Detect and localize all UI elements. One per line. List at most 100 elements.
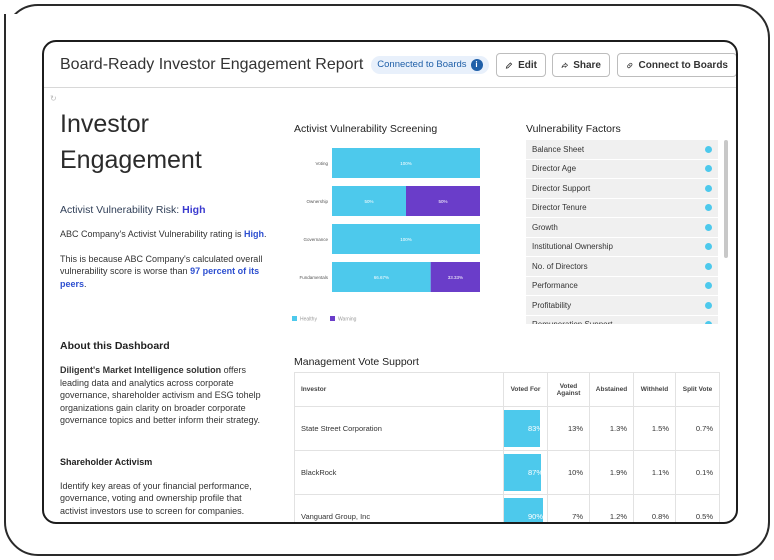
shareholder-activism-body: Identify key areas of your financial per… [60, 480, 252, 516]
share-button-label: Share [573, 59, 601, 71]
column-header-withheld[interactable]: Withheld [633, 372, 676, 407]
voted-for-cell: 87% [503, 450, 548, 495]
column-header-voted-against[interactable]: Voted Against [547, 372, 590, 407]
share-icon [561, 61, 569, 68]
screen: Board-Ready Investor Engagement Report C… [42, 40, 738, 524]
connected-badge: Connected to Boards i [371, 55, 489, 74]
abstained-cell: 1.3% [589, 406, 634, 451]
category-label: Fundamentals [299, 275, 328, 280]
share-button[interactable]: Share [552, 53, 610, 77]
legend-swatch [292, 316, 297, 321]
voted-for-cell: 83% [503, 406, 548, 451]
vulnerability-factor-item[interactable]: Remuneration Support [526, 315, 718, 324]
voted-for-cell: 90% [503, 494, 548, 522]
data-label: 100% [400, 161, 412, 166]
table-row[interactable]: Vanguard Group, Inc 90% 7% 1.2% 0.8% 0.5% [294, 494, 720, 522]
management-vote-support-title: Management Vote Support [294, 356, 419, 368]
data-label: 50% [438, 199, 447, 204]
vulnerability-factor-item[interactable]: Institutional Ownership [526, 237, 718, 257]
status-dot-icon [705, 321, 712, 324]
category-label: Governance [303, 237, 328, 242]
legend-swatch [330, 316, 335, 321]
vulnerability-factor-item[interactable]: Profitability [526, 296, 718, 316]
category-label: Ownership [306, 199, 328, 204]
connect-button-label: Connect to Boards [638, 59, 728, 71]
status-dot-icon [705, 282, 712, 290]
vulnerability-factor-label: Remuneration Support [532, 320, 613, 324]
column-header-investor[interactable]: Investor [294, 372, 504, 407]
vulnerability-factor-label: Balance Sheet [532, 144, 585, 154]
investor-cell: Vanguard Group, Inc [294, 494, 504, 522]
status-dot-icon [705, 165, 712, 173]
split-vote-cell: 0.1% [675, 450, 720, 495]
about-body: Diligent's Market Intelligence solution … [60, 364, 270, 427]
investor-cell: BlackRock [294, 450, 504, 495]
vulnerability-factor-label: Institutional Ownership [532, 242, 613, 252]
risk-summary: Activist Vulnerability Risk: High [60, 204, 270, 216]
vulnerability-factor-label: Director Tenure [532, 203, 587, 213]
column-header-voted-for[interactable]: Voted For [503, 372, 548, 407]
because-paragraph: This is because ABC Company's calculated… [60, 253, 270, 291]
edit-button-label: Edit [518, 59, 537, 71]
split-vote-cell: 0.5% [675, 494, 720, 522]
table-row[interactable]: BlackRock 87% 10% 1.9% 1.1% 0.1% [294, 450, 720, 495]
pencil-icon [505, 61, 513, 69]
rating-paragraph: ABC Company's Activist Vulnerability rat… [60, 228, 270, 241]
column-header-split-vote[interactable]: Split Vote [675, 372, 720, 407]
chart-title: Activist Vulnerability Screening [294, 123, 438, 135]
vulnerability-factor-label: Performance [532, 281, 578, 291]
vulnerability-factor-item[interactable]: Director Tenure [526, 198, 718, 218]
abstained-cell: 1.9% [589, 450, 634, 495]
voted-against-cell: 7% [547, 494, 590, 522]
withheld-cell: 1.5% [633, 406, 676, 451]
because-end: . [84, 278, 87, 289]
withheld-cell: 1.1% [633, 450, 676, 495]
table-row[interactable]: State Street Corporation 83% 13% 1.3% 1.5% 0.… [294, 406, 720, 451]
category-label: Voting [315, 161, 328, 166]
vulnerability-screening-chart: Voting 100% Ownership 50% 50% Governance 100% F… [292, 148, 480, 323]
status-dot-icon [705, 184, 712, 192]
info-icon[interactable]: i [470, 58, 483, 71]
status-dot-icon [705, 301, 712, 309]
vulnerability-factor-item[interactable]: No. of Directors [526, 257, 718, 277]
rating-end: . [263, 229, 267, 239]
voted-for-value: 90% [527, 512, 543, 521]
vulnerability-factor-item[interactable]: Performance [526, 276, 718, 296]
link-icon [627, 62, 633, 68]
data-label: 50% [364, 199, 373, 204]
vulnerability-factor-item[interactable]: Balance Sheet [526, 140, 718, 160]
voted-against-cell: 10% [547, 450, 590, 495]
page-title-line-1: Investor [60, 110, 149, 138]
device-side-button [4, 14, 24, 108]
data-label: 66.67% [374, 275, 389, 280]
data-label: 33.33% [448, 275, 463, 280]
status-dot-icon [705, 145, 712, 153]
voted-against-cell: 13% [547, 406, 590, 451]
status-dot-icon [705, 262, 712, 270]
legend-label: Warning [338, 317, 357, 323]
vulnerability-factor-item[interactable]: Director Support [526, 179, 718, 199]
report-header: Board-Ready Investor Engagement Report C… [44, 42, 736, 88]
legend-label: Healthy [300, 317, 317, 323]
edit-button[interactable]: Edit [496, 53, 546, 77]
vulnerability-factors-scrollbar[interactable] [724, 140, 728, 258]
connect-to-boards-button[interactable]: Connect to Boards [617, 53, 736, 77]
vulnerability-factor-item[interactable]: Director Age [526, 159, 718, 179]
withheld-cell: 0.8% [633, 494, 676, 522]
about-title: About this Dashboard [60, 340, 170, 352]
abstained-cell: 1.2% [589, 494, 634, 522]
risk-value: High [182, 204, 206, 216]
rating-text: ABC Company's Activist Vulnerability rat… [60, 229, 244, 239]
risk-label: Activist Vulnerability Risk: [60, 204, 183, 216]
vulnerability-factor-label: Director Age [532, 164, 577, 174]
vulnerability-factor-item[interactable]: Growth [526, 218, 718, 238]
status-dot-icon [705, 243, 712, 251]
vulnerability-factor-label: No. of Directors [532, 261, 588, 271]
voted-for-value: 83% [527, 424, 543, 433]
vulnerability-factors-title: Vulnerability Factors [526, 123, 621, 135]
split-vote-cell: 0.7% [675, 406, 720, 451]
vulnerability-factors-list[interactable]: Balance Sheet Director Age Director Suppor… [526, 140, 718, 324]
data-label: 100% [400, 237, 412, 242]
refresh-icon[interactable]: ↻ [50, 94, 57, 103]
column-header-abstained[interactable]: Abstained [589, 372, 634, 407]
